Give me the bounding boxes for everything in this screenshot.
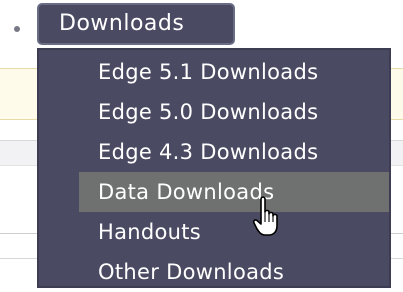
menu-item-other-downloads[interactable]: Other Downloads — [79, 252, 389, 290]
menu-item-edge-5-0-downloads[interactable]: Edge 5.0 Downloads — [79, 92, 389, 132]
menu-item-data-downloads[interactable]: Data Downloads — [79, 172, 389, 212]
nav-bullet-icon — [14, 26, 20, 32]
downloads-dropdown-menu: Edge 5.1 Downloads Edge 5.0 Downloads Ed… — [37, 48, 391, 288]
menu-item-edge-5-1-downloads[interactable]: Edge 5.1 Downloads — [79, 52, 389, 92]
downloads-nav-button[interactable]: Downloads — [37, 3, 235, 45]
menu-item-handouts[interactable]: Handouts — [79, 212, 389, 252]
hand-pointer-icon — [252, 196, 278, 236]
menu-item-edge-4-3-downloads[interactable]: Edge 4.3 Downloads — [79, 132, 389, 172]
